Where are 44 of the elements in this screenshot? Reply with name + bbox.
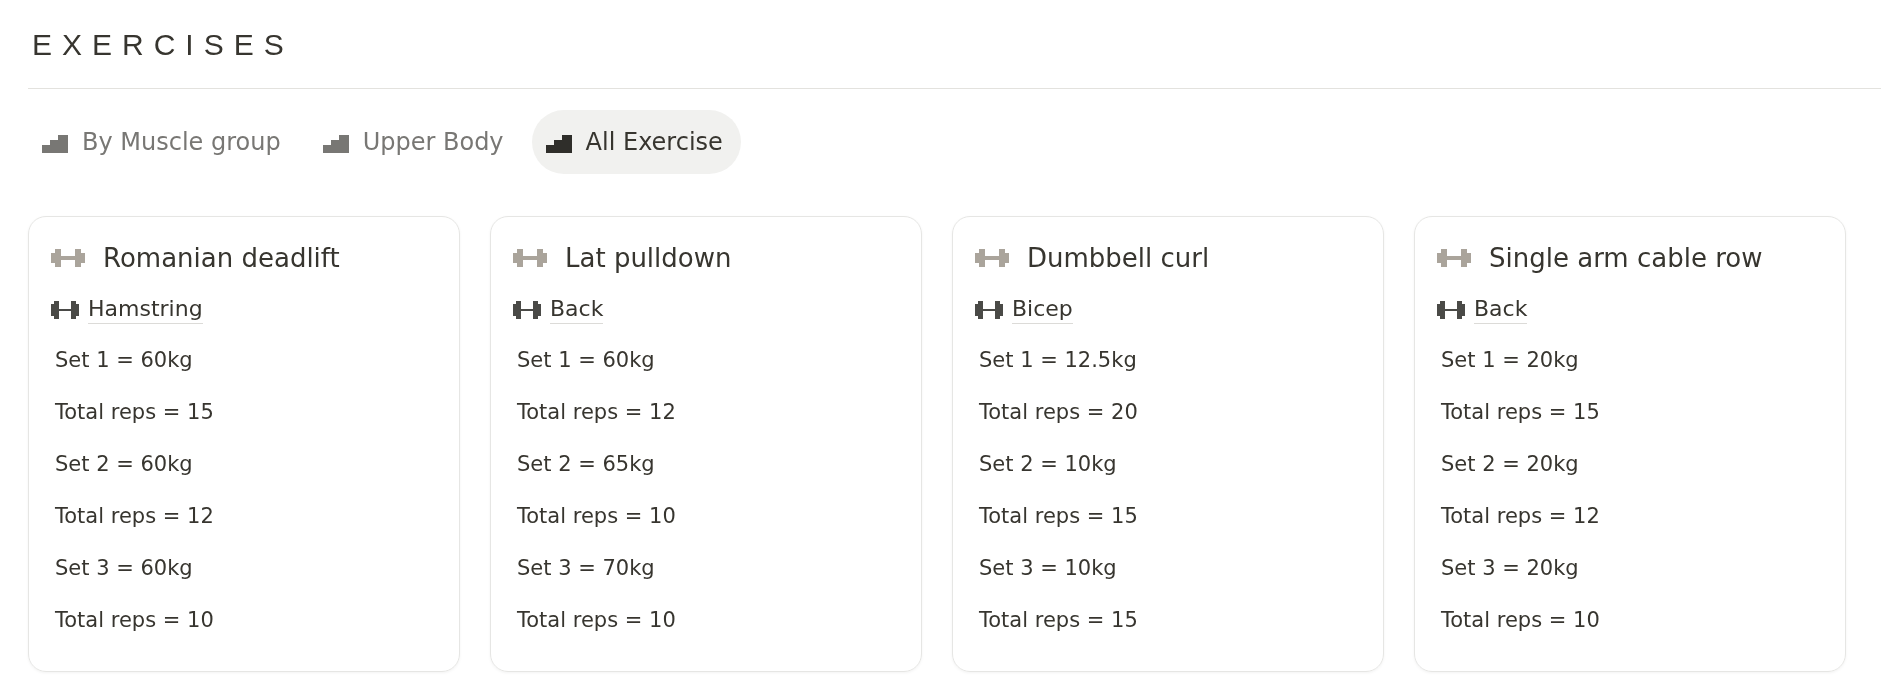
set-detail: Set 3 = 60kg — [54, 555, 194, 582]
dumbbell-icon — [975, 248, 1009, 268]
set-detail: Total reps = 15 — [54, 399, 215, 426]
set-detail: Set 2 = 60kg — [54, 451, 194, 478]
dumbbell-icon — [51, 248, 85, 268]
muscle-link[interactable]: Bicep — [1012, 295, 1073, 324]
set-detail: Set 2 = 65kg — [516, 451, 656, 478]
muscle-link[interactable]: Hamstring — [88, 295, 203, 324]
dumbbell-icon — [1437, 299, 1465, 320]
dumbbell-icon — [975, 299, 1003, 320]
set-detail: Total reps = 15 — [978, 503, 1139, 530]
set-detail: Set 3 = 10kg — [978, 555, 1118, 582]
set-detail: Set 1 = 20kg — [1440, 347, 1580, 374]
set-detail: Total reps = 12 — [1440, 503, 1601, 530]
set-detail: Total reps = 10 — [1440, 607, 1601, 634]
set-detail: Total reps = 15 — [978, 607, 1139, 634]
view-tab[interactable]: By Muscle group — [28, 110, 299, 174]
set-detail: Total reps = 15 — [1440, 399, 1601, 426]
set-detail: Total reps = 10 — [54, 607, 215, 634]
set-detail: Set 3 = 20kg — [1440, 555, 1580, 582]
set-detail: Set 1 = 12.5kg — [978, 347, 1138, 374]
dumbbell-icon — [1437, 248, 1471, 268]
muscle-link[interactable]: Back — [1474, 295, 1528, 324]
exercise-title: Dumbbell curl — [1027, 243, 1210, 273]
set-detail: Set 2 = 20kg — [1440, 451, 1580, 478]
view-tab[interactable]: All Exercise — [531, 110, 741, 174]
dumbbell-icon — [513, 299, 541, 320]
view-tab[interactable]: Upper Body — [308, 110, 522, 174]
set-detail: Total reps = 10 — [516, 607, 677, 634]
exercise-title: Lat pulldown — [565, 243, 732, 273]
dumbbell-icon — [51, 299, 79, 320]
set-detail: Total reps = 12 — [54, 503, 215, 530]
set-detail: Set 1 = 60kg — [54, 347, 194, 374]
set-detail: Total reps = 12 — [516, 399, 677, 426]
set-detail: Set 1 = 60kg — [516, 347, 656, 374]
muscle-link[interactable]: Back — [550, 295, 604, 324]
dumbbell-icon — [513, 248, 547, 268]
set-detail: Set 2 = 10kg — [978, 451, 1118, 478]
set-detail: Total reps = 20 — [978, 399, 1139, 426]
page-title: EXERCISES — [32, 27, 295, 63]
exercise-title: Romanian deadlift — [103, 243, 340, 273]
set-detail: Set 3 = 70kg — [516, 555, 656, 582]
set-detail: Total reps = 10 — [516, 503, 677, 530]
exercise-title: Single arm cable row — [1489, 243, 1763, 273]
